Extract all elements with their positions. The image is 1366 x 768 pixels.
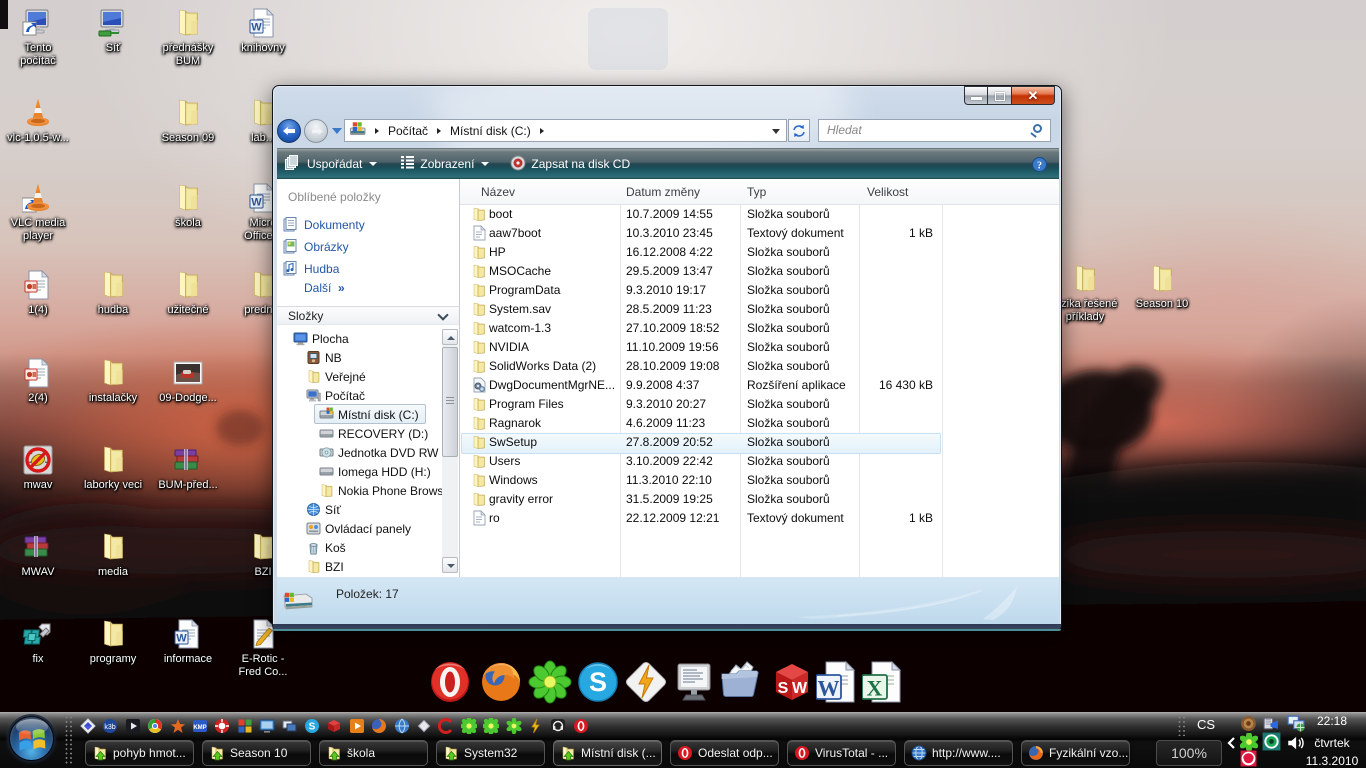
svg-text:W: W <box>251 22 262 34</box>
svg-text:S: S <box>589 667 607 697</box>
svg-text:KMP: KMP <box>193 725 206 731</box>
svg-text:S: S <box>778 680 789 697</box>
svg-text:W: W <box>792 680 808 697</box>
svg-text:W: W <box>251 197 262 209</box>
svg-text:S: S <box>309 722 316 733</box>
svg-text:W: W <box>176 633 187 645</box>
svg-text:k3b: k3b <box>104 724 115 731</box>
svg-text:X: X <box>867 676 883 701</box>
svg-text:W: W <box>818 676 840 701</box>
svg-text:?: ? <box>1037 161 1042 172</box>
